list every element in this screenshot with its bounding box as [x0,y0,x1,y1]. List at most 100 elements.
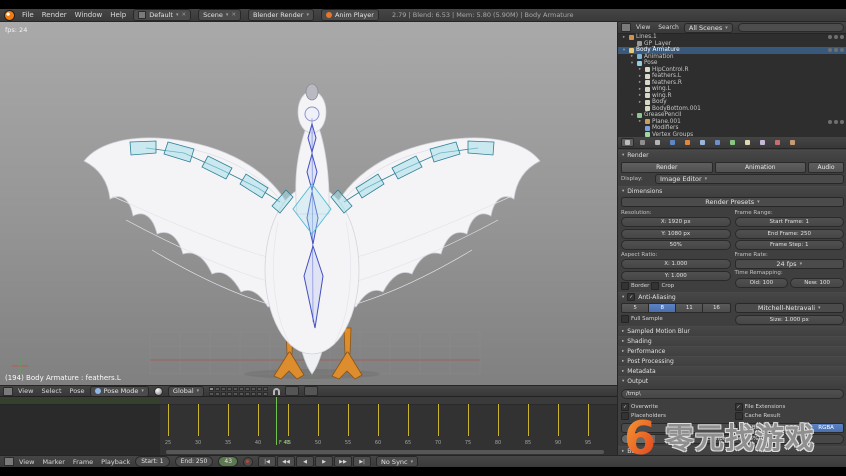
properties-tab-constraints[interactable] [696,138,709,147]
playhead[interactable] [276,397,277,445]
play-button[interactable]: ▶ [315,456,333,467]
screen-layout-dropdown[interactable]: Default ▾ ✕ [133,9,191,21]
menu-window[interactable]: Window [75,11,103,19]
aa-sample-5-option[interactable]: 5 [621,303,649,313]
render-camera-button[interactable] [285,386,299,396]
layer-toggle-9[interactable] [257,387,262,391]
compression-slider[interactable]: Compression: 15% [621,434,844,444]
panel-dimensions-header[interactable]: ▾ Dimensions [618,186,846,196]
expand-icon[interactable]: ▸ [637,100,643,105]
auto-keyframe-record-button[interactable] [243,457,253,467]
frame-rate-dropdown[interactable]: 24 fps ▾ [735,259,845,269]
panel-output-header[interactable]: ▾ Output [618,376,846,386]
keyframe-marker[interactable] [408,404,409,436]
outliner-menu-search[interactable]: Search [658,24,679,31]
aspect-x-field[interactable]: X: 1.000 [621,259,731,269]
layer-toggle-6[interactable] [239,387,244,391]
expand-icon[interactable]: ▸ [637,87,643,92]
properties-tab-object-data[interactable] [726,138,739,147]
timeline-menu-playback[interactable]: Playback [101,458,130,466]
timeline-menu-view[interactable]: View [19,458,34,466]
expand-icon[interactable]: ▸ [637,74,643,79]
layer-toggle-20[interactable] [263,392,268,396]
outliner-display-dropdown[interactable]: All Scenes ▾ [684,23,733,33]
aa-filter-dropdown[interactable]: Mitchell-Netravali ▾ [735,303,845,313]
properties-tab-material[interactable] [771,138,784,147]
prev-keyframe-button[interactable]: ◀◀ [277,456,295,467]
resolution-scale-field[interactable]: 50% [621,240,731,250]
expand-icon[interactable]: ▾ [629,61,635,66]
keyframe-marker[interactable] [198,404,199,436]
properties-tab-bone[interactable] [741,138,754,147]
panel-antialiasing-header[interactable]: ▾ Anti-Aliasing [618,292,846,302]
panel-render-header[interactable]: ▾ Render [618,150,846,160]
viewport-menu-pose[interactable]: Pose [70,387,85,395]
timeline-menu-marker[interactable]: Marker [42,458,64,466]
layer-toggle-5[interactable] [233,387,238,391]
blender-logo-icon[interactable] [4,10,15,21]
layer-toggle-15[interactable] [233,392,238,396]
play-reverse-button[interactable]: ◀ [296,456,314,467]
expand-icon[interactable]: ▾ [629,113,635,118]
expand-icon[interactable]: ▾ [621,48,627,53]
aa-sample-8-option[interactable]: 8 [649,303,676,313]
layer-toggle-16[interactable] [239,392,244,396]
snap-magnet-icon[interactable] [273,388,280,395]
keyframe-marker[interactable] [378,404,379,436]
timeline-scrollbar[interactable] [166,450,604,454]
resolution-y-field[interactable]: Y: 1080 px [621,229,731,239]
keyframe-marker[interactable] [528,404,529,436]
render-button[interactable]: Render [621,162,713,173]
depth-rgba-option[interactable]: RGBA [809,423,844,433]
keyframe-marker[interactable] [588,404,589,436]
remap-old-field[interactable]: Old: 100 [735,278,789,288]
jump-to-start-button[interactable]: |◀ [258,456,276,467]
depth-bw-option[interactable]: BW [739,423,775,433]
expand-icon[interactable]: ▸ [637,93,643,98]
editor-type-icon[interactable] [3,387,13,396]
sync-dropdown[interactable]: No Sync ▾ [376,456,418,467]
keyframe-marker[interactable] [168,404,169,436]
aa-sample-16-option[interactable]: 16 [703,303,730,313]
selectability-toggle[interactable] [834,120,838,124]
placeholders-checkbox[interactable]: Placeholders [621,412,731,420]
keyframe-marker[interactable] [468,404,469,436]
resolution-x-field[interactable]: X: 1920 px [621,217,731,227]
renderability-toggle[interactable] [840,48,844,52]
layer-toggle-4[interactable] [227,387,232,391]
end-frame-field[interactable]: End: 250 [175,456,214,467]
panel-sampled-motion-blur-header[interactable]: ▸Sampled Motion Blur [618,326,846,336]
anim-player-button[interactable]: Anim Player [321,9,379,21]
output-path-field[interactable]: /tmp\ [621,389,844,399]
end-frame-field[interactable]: End Frame: 250 [735,229,845,239]
render-animation-button[interactable] [304,386,318,396]
close-icon[interactable]: ✕ [231,12,236,18]
layer-toggle-12[interactable] [215,392,220,396]
keyframe-marker[interactable] [438,404,439,436]
keyframe-marker[interactable] [228,404,229,436]
properties-tab-render[interactable] [621,138,634,147]
renderability-toggle[interactable] [840,35,844,39]
aspect-y-field[interactable]: Y: 1.000 [621,271,731,281]
overwrite-checkbox[interactable]: Overwrite [621,403,731,411]
panel-metadata-header[interactable]: ▸Metadata [618,366,846,376]
layer-toggle-3[interactable] [221,387,226,391]
start-frame-field[interactable]: Start: 1 [135,456,169,467]
viewport-canvas[interactable] [0,22,617,385]
expand-icon[interactable]: ▸ [637,67,643,72]
crop-checkbox[interactable]: Crop [651,282,674,290]
layer-toggle-7[interactable] [245,387,250,391]
display-dropdown[interactable]: Image Editor ▾ [655,174,844,184]
frame-step-field[interactable]: Frame Step: 1 [735,240,845,250]
close-icon[interactable]: ✕ [181,12,186,18]
timeline-menu-frame[interactable]: Frame [73,458,93,466]
layer-toggle-17[interactable] [245,392,250,396]
border-checkbox[interactable]: Border [621,282,649,290]
properties-tab-modifiers[interactable] [711,138,724,147]
selectability-toggle[interactable] [834,35,838,39]
properties-tab-world[interactable] [666,138,679,147]
mode-dropdown[interactable]: Pose Mode ▾ [90,386,149,397]
properties-tab-bone-constraints[interactable] [756,138,769,147]
scene-dropdown[interactable]: Scene ▾ ✕ [198,9,241,21]
expand-icon[interactable]: ▸ [629,54,635,59]
